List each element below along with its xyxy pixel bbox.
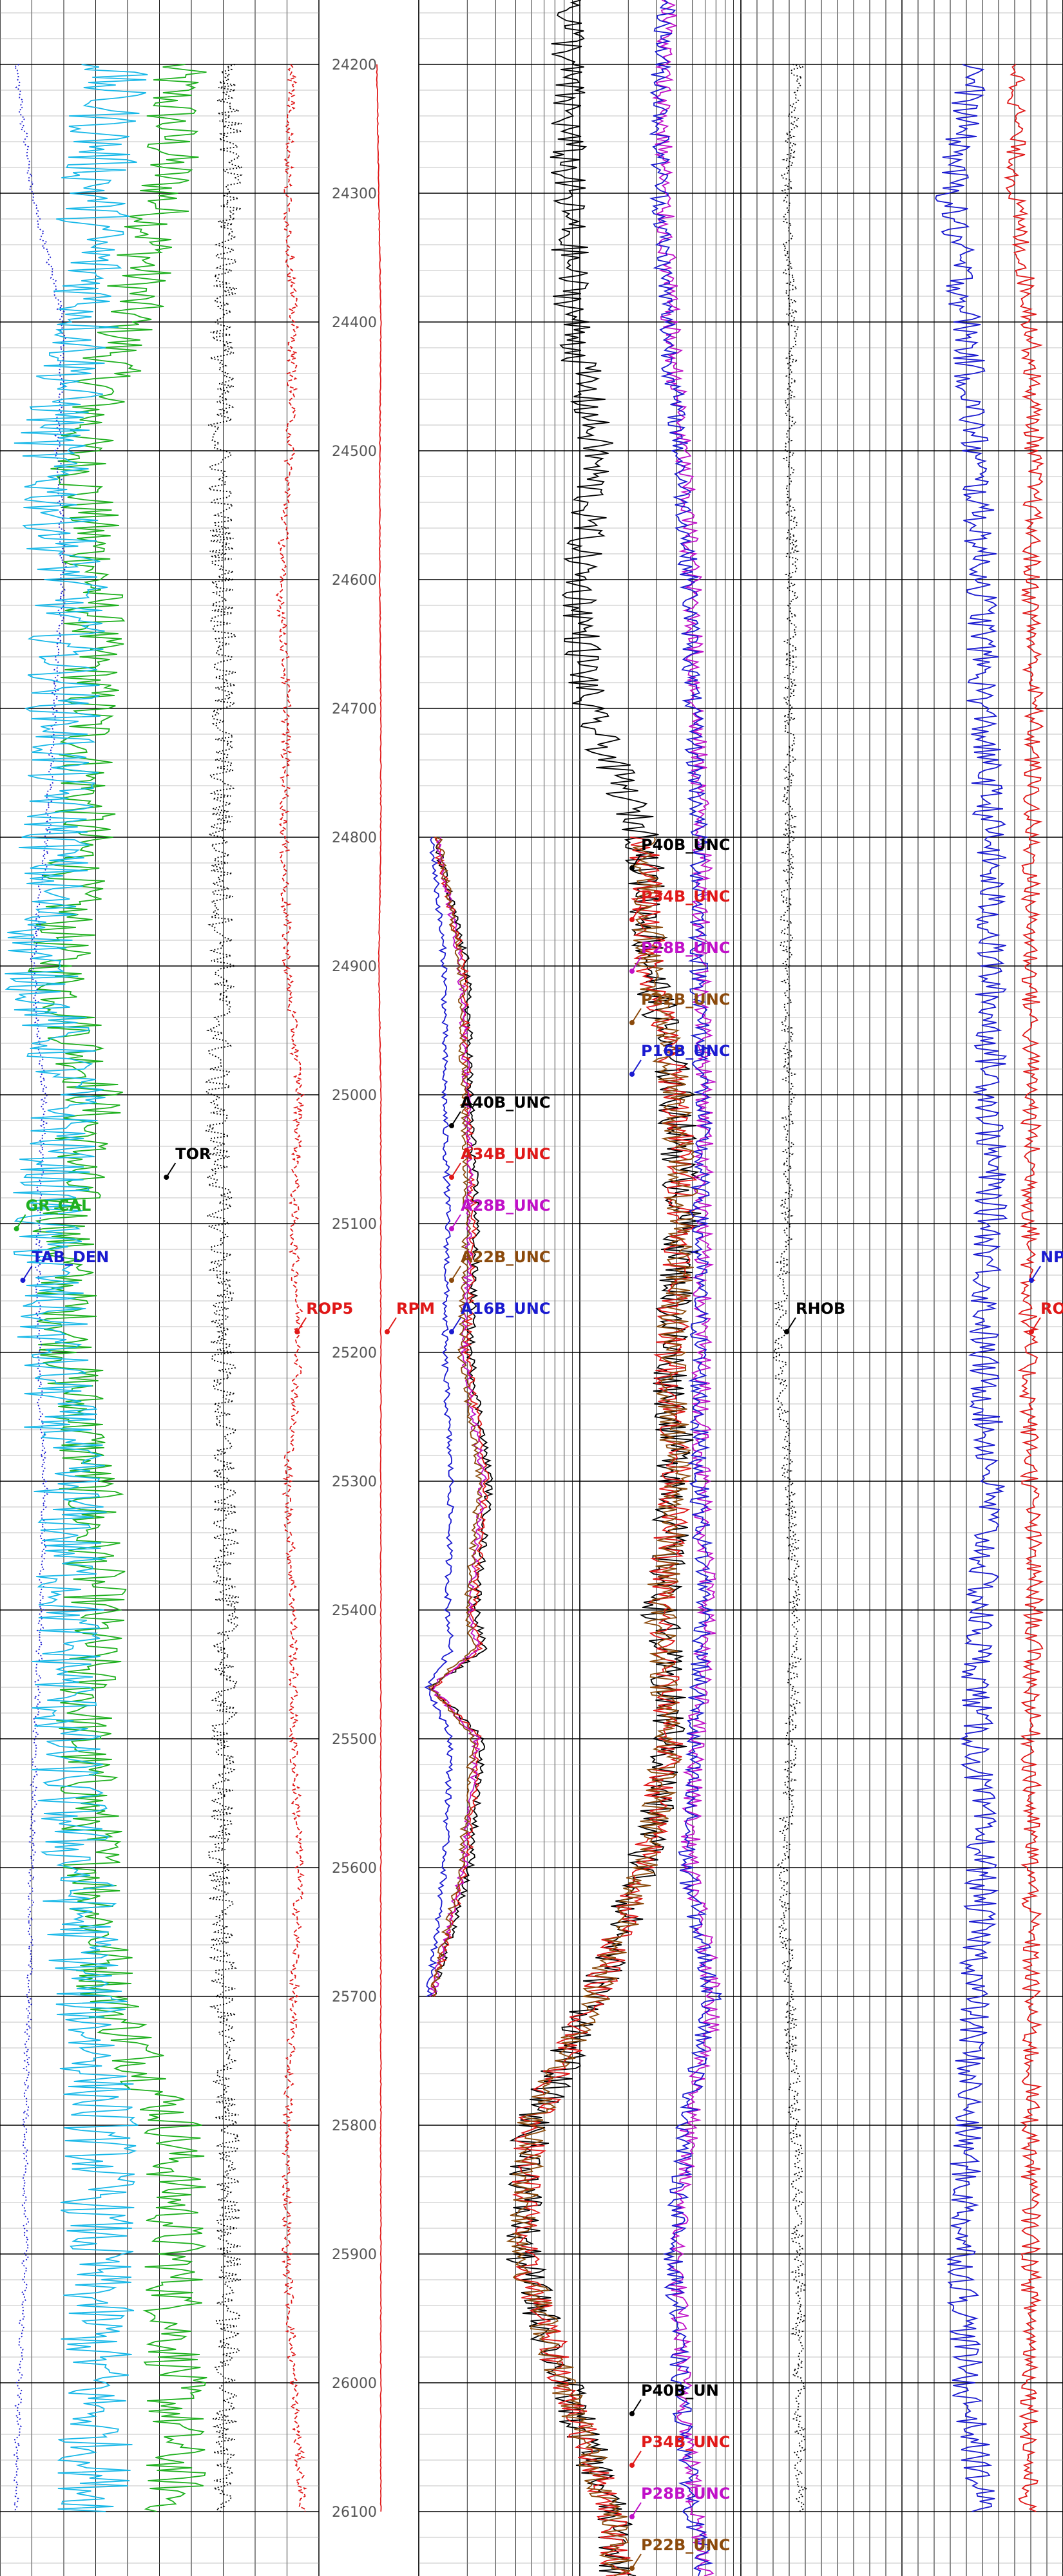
- curve-label: A34B_UNC: [461, 1145, 550, 1163]
- depth-tick-label: 25400: [332, 1603, 377, 1619]
- depth-tick-label: 25700: [332, 1989, 377, 2005]
- depth-tick-label: 24600: [332, 573, 377, 589]
- curve-p16b-unc: [649, 0, 722, 2576]
- label-pointer-dot: [20, 1278, 26, 1283]
- depth-tick-label: 24900: [332, 959, 377, 975]
- label-pointer-dot: [14, 1226, 19, 1231]
- curve-rohb: [1003, 64, 1045, 2512]
- curve-label: P22B_UNC: [641, 2536, 730, 2554]
- label-pointer-dot: [449, 1329, 454, 1334]
- label-pointer-dot: [1029, 1278, 1034, 1283]
- curve-label: RPM: [396, 1300, 435, 1318]
- depth-tick-label: 25500: [332, 1732, 377, 1748]
- depth-tick-label: 24500: [332, 444, 377, 460]
- curve-label: P40B_UNC: [641, 836, 730, 854]
- label-pointer-dot: [629, 969, 635, 974]
- depth-axis: 24200 24300 24400 24500 24600 24700 24800 24900…: [332, 57, 377, 2521]
- curve-label: P40B_UN: [641, 2382, 719, 2400]
- depth-tick-label: 25300: [332, 1474, 377, 1490]
- curve-label: P28B_UNC: [641, 2485, 730, 2503]
- depth-tick-label: 25900: [332, 2247, 377, 2263]
- curve-label: RHOB: [796, 1300, 845, 1318]
- label-pointer-dot: [629, 1020, 635, 1025]
- curve-label: TOR: [175, 1145, 211, 1163]
- label-pointer-dot: [1029, 1329, 1034, 1334]
- label-pointer-dot: [164, 1175, 169, 1180]
- label-pointer-dot: [629, 2566, 635, 2571]
- label-pointer-dot: [629, 2514, 635, 2519]
- curve-rhob: [772, 64, 810, 2512]
- depth-tick-label: 25100: [332, 1217, 377, 1233]
- curves: [5, 0, 1045, 2576]
- label-pointer-dot: [629, 1072, 635, 1077]
- well-log-chart: 24200 24300 24400 24500 24600 24700 24800 24900…: [0, 0, 1063, 2576]
- curve-rop5: [275, 64, 307, 2512]
- curve-label: A40B_UNC: [461, 1094, 550, 1112]
- label-pointer-dot: [449, 1226, 454, 1231]
- curve-label: ROHB: [1040, 1300, 1063, 1318]
- curve-unlabeled: [5, 64, 148, 2512]
- curve-label: A16B_UNC: [461, 1300, 550, 1318]
- curve-label: P34B_UNC: [641, 887, 730, 905]
- curve-label: P34B_UNC: [641, 2433, 730, 2451]
- depth-tick-label: 24700: [332, 701, 377, 717]
- label-pointer-dot: [629, 2411, 635, 2416]
- curve-label: P28B_UNC: [641, 939, 730, 957]
- depth-tick-label: 25000: [332, 1088, 377, 1104]
- label-pointer-dot: [629, 917, 635, 922]
- curve-p28b-unc: [652, 0, 721, 2576]
- depth-tick-label: 26100: [332, 2505, 377, 2521]
- curve-rpm: [376, 64, 382, 2512]
- curve-label: A22B_UNC: [461, 1248, 550, 1266]
- curve-label: P22B_UNC: [641, 990, 730, 1009]
- curve-a16b-unc: [424, 837, 455, 1997]
- label-pointer-dot: [449, 1175, 454, 1180]
- label-pointer-dot: [784, 1329, 789, 1334]
- depth-tick-label: 24800: [332, 830, 377, 846]
- label-pointer-dot: [449, 1123, 454, 1128]
- depth-tick-label: 25200: [332, 1345, 377, 1361]
- curve-label: P16B_UNC: [641, 1042, 730, 1060]
- depth-tick-label: 24300: [332, 186, 377, 202]
- label-pointer-dot: [385, 1329, 390, 1334]
- label-pointer-dot: [629, 2463, 635, 2468]
- curve-tor: [205, 64, 243, 2512]
- curve-label: TAB_DEN: [32, 1248, 110, 1266]
- curve-label: ROP5: [306, 1300, 353, 1318]
- depth-tick-label: 24200: [332, 57, 377, 73]
- curve-labels: TOR GR_CAL TAB_DEN ROP5 RPM A40B_UNC A34B_UNC A…: [14, 836, 1063, 2571]
- curve-label: NPH: [1040, 1248, 1063, 1266]
- label-pointer-dot: [629, 866, 635, 871]
- depth-tick-label: 25600: [332, 1861, 377, 1877]
- depth-tick-label: 26000: [332, 2376, 377, 2392]
- depth-tick-label: 24400: [332, 315, 377, 331]
- label-pointer-dot: [294, 1329, 300, 1334]
- curve-label: A28B_UNC: [461, 1197, 550, 1215]
- label-pointer-dot: [449, 1278, 454, 1283]
- curve-a34b-unc: [429, 837, 490, 1997]
- curve-nph: [935, 64, 1008, 2512]
- curve-label: GR_CAL: [26, 1197, 91, 1215]
- depth-tick-label: 25800: [332, 2118, 377, 2134]
